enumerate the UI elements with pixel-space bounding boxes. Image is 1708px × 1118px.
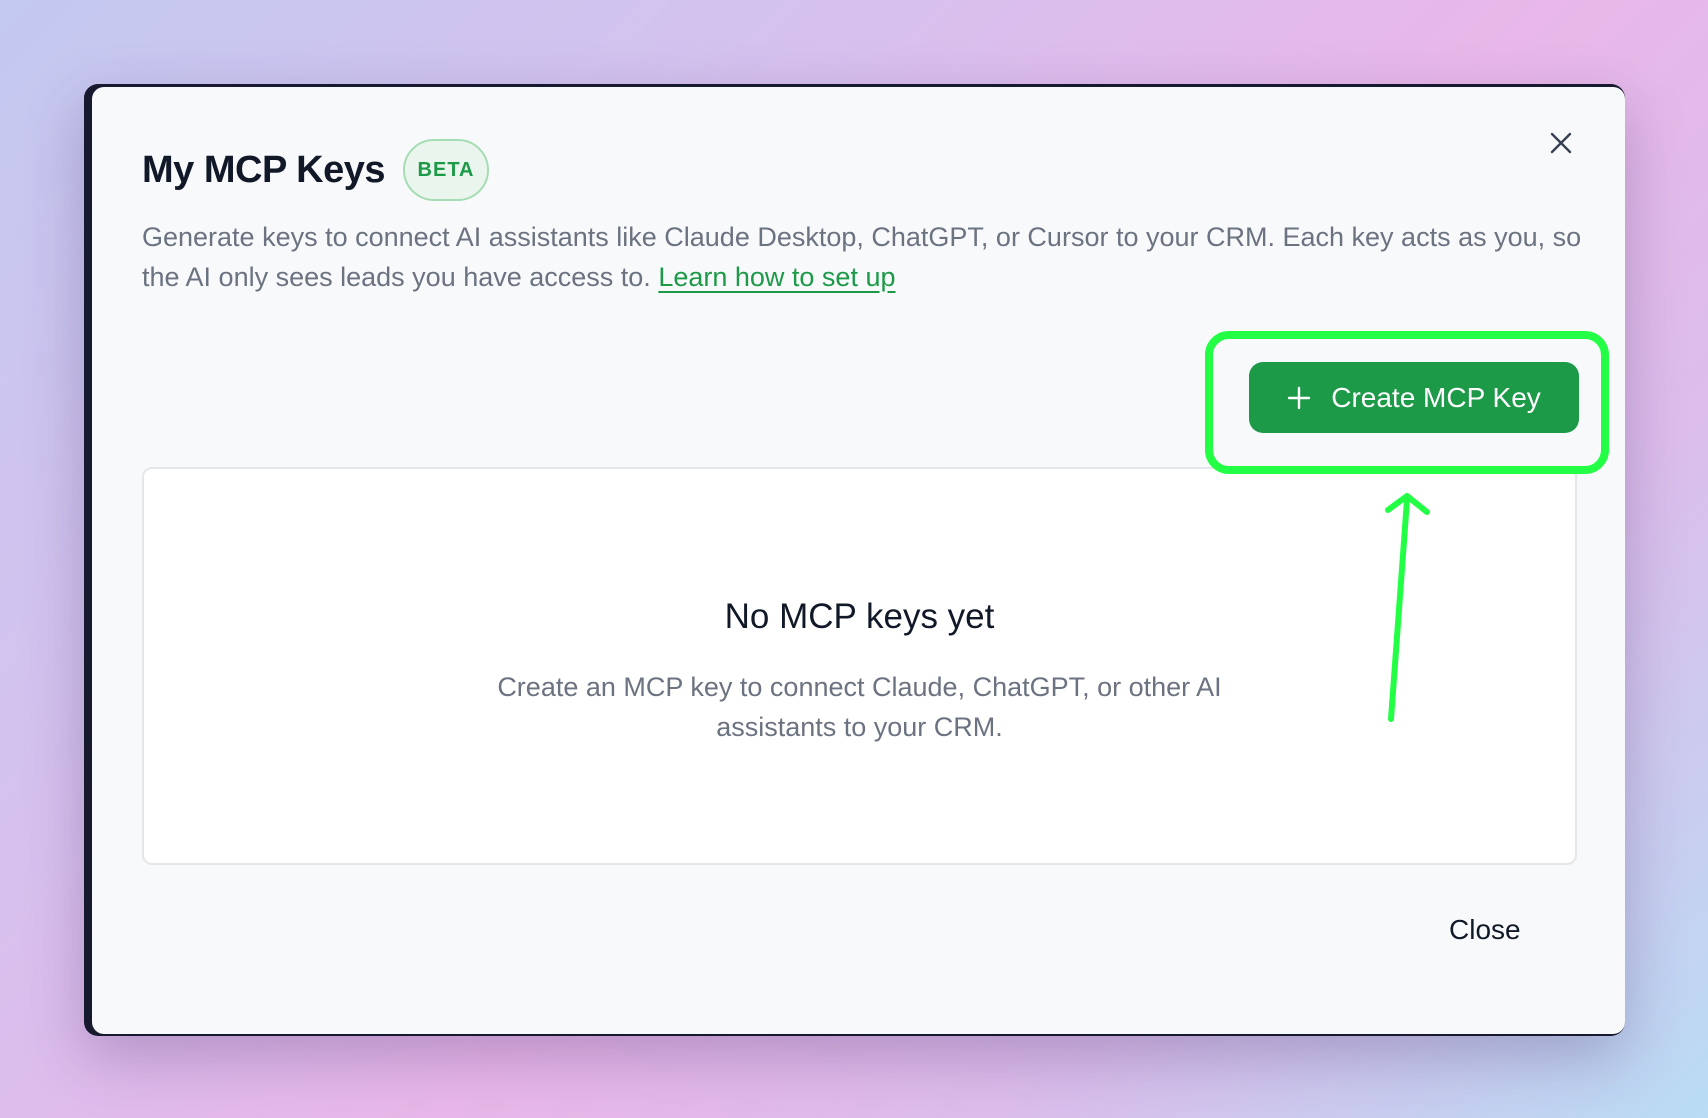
title-row: My MCP Keys BETA bbox=[142, 139, 490, 201]
create-mcp-key-button[interactable]: Create MCP Key bbox=[1249, 362, 1579, 433]
mcp-keys-modal: My MCP Keys BETA Generate keys to connec… bbox=[92, 87, 1625, 1034]
close-icon bbox=[1550, 132, 1572, 154]
create-button-label: Create MCP Key bbox=[1331, 381, 1541, 413]
plus-icon bbox=[1288, 386, 1311, 409]
empty-state-panel: No MCP keys yet Create an MCP key to con… bbox=[142, 467, 1577, 865]
close-modal-button[interactable] bbox=[1541, 123, 1581, 163]
empty-state-text: Create an MCP key to connect Claude, Cha… bbox=[497, 672, 1222, 742]
learn-how-link[interactable]: Learn how to set up bbox=[658, 262, 895, 292]
beta-badge: BETA bbox=[403, 139, 490, 201]
modal-description: Generate keys to connect AI assistants l… bbox=[142, 217, 1582, 297]
close-button[interactable]: Close bbox=[1449, 914, 1521, 946]
empty-state-title: No MCP keys yet bbox=[724, 597, 995, 636]
modal-title: My MCP Keys bbox=[142, 148, 386, 191]
